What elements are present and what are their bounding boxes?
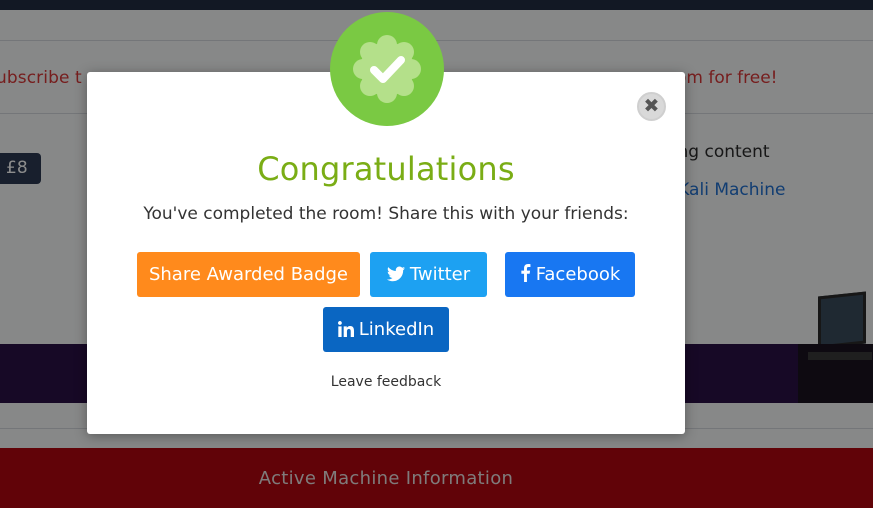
twitter-icon: [386, 266, 405, 282]
share-awarded-badge-button[interactable]: Share Awarded Badge: [137, 252, 360, 297]
linkedin-icon: [337, 321, 354, 337]
modal-title: Congratulations: [257, 150, 515, 188]
leave-feedback-link[interactable]: Leave feedback: [87, 374, 685, 390]
share-badge-label: Share Awarded Badge: [148, 264, 349, 285]
facebook-share-button[interactable]: Facebook: [505, 252, 635, 297]
facebook-label: Facebook: [535, 264, 621, 285]
linkedin-share-button[interactable]: LinkedIn: [323, 307, 449, 352]
close-button[interactable]: ✖: [637, 92, 666, 121]
check-badge-icon: [330, 12, 444, 126]
facebook-icon: [521, 264, 531, 282]
twitter-label: Twitter: [409, 264, 471, 285]
linkedin-label: LinkedIn: [358, 319, 435, 340]
twitter-share-button[interactable]: Twitter: [370, 252, 487, 297]
modal-subtitle: You've completed the room! Share this wi…: [143, 204, 629, 224]
